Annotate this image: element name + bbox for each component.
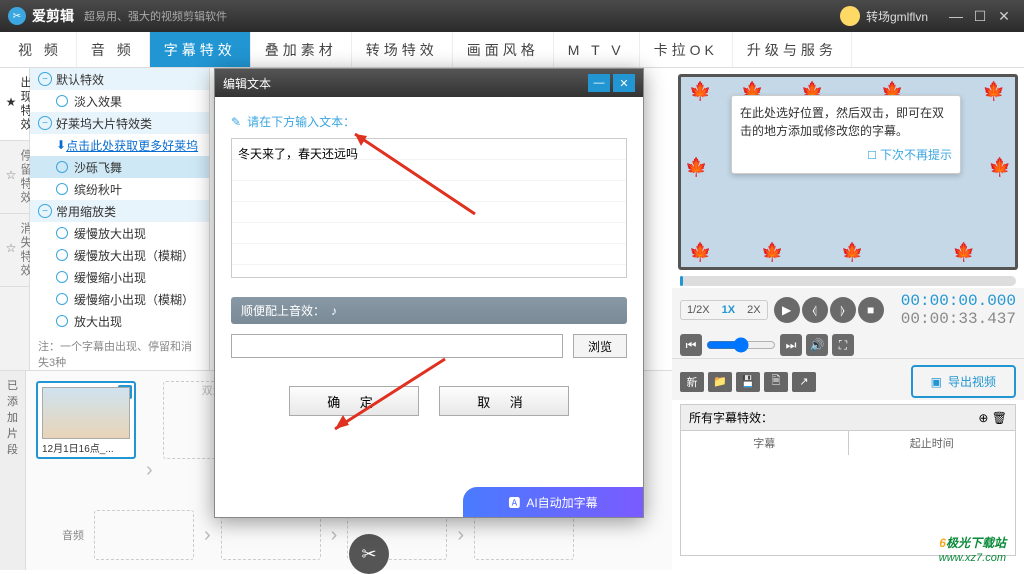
main-tabs: 视 频 音 频 字幕特效 叠加素材 转场特效 画面风格 M T V 卡拉OK 升… [0, 32, 1024, 68]
settings-button[interactable]: 🗎 [764, 372, 788, 392]
titlebar: ✂ 爱剪辑 超易用、强大的视频剪辑软件 转场gmlflvn — ☐ ✕ [0, 0, 1024, 32]
prev-frame-button[interactable]: ⦉ [802, 297, 828, 323]
app-logo-icon: ✂ [8, 7, 26, 25]
effect-autumn-leaves[interactable]: 缤纷秋叶 [30, 178, 209, 200]
tab-subtitle-fx[interactable]: 字幕特效 [150, 32, 251, 67]
stop-button[interactable]: ■ [858, 297, 884, 323]
export-icon: ▣ [931, 375, 942, 389]
dialog-close-button[interactable]: ✕ [613, 74, 635, 92]
sound-label: 顺便配上音效：♪ [231, 297, 627, 324]
effect-group-zoom[interactable]: −常用缩放类 [30, 200, 209, 222]
browse-button[interactable]: 浏览 [573, 334, 627, 358]
dialog-minimize-button[interactable]: — [588, 74, 610, 92]
cut-button[interactable]: ✂ [349, 534, 389, 574]
minimize-button[interactable]: — [944, 4, 968, 28]
sidetab-disappear[interactable]: ☆消失特效 [0, 214, 29, 287]
seek-start-button[interactable]: ⏮ [680, 334, 702, 356]
sidetab-stay[interactable]: ☆停留特效 [0, 141, 29, 214]
speed-selector[interactable]: 1/2X 1X 2X [680, 300, 768, 320]
col-subtitle: 字幕 [681, 431, 849, 455]
audio-slot[interactable] [94, 510, 194, 560]
current-time: 00:00:00.000 [901, 292, 1016, 310]
share-button[interactable]: ↗ [792, 372, 816, 392]
tab-upgrade[interactable]: 升级与服务 [733, 32, 852, 67]
open-button[interactable]: 📁 [708, 372, 732, 392]
volume-button[interactable]: 🔊 [806, 334, 828, 356]
fullscreen-button[interactable]: ⛶ [832, 334, 854, 356]
clip-1[interactable]: ✕ 12月1日16点_... [36, 381, 136, 459]
edit-icon: ✎ [231, 115, 241, 129]
effect-zoomout[interactable]: 缓慢缩小出现 [30, 266, 209, 288]
effect-zoomin[interactable]: 缓慢放大出现 [30, 222, 209, 244]
subtitle-table-title: 所有字幕特效： [689, 409, 773, 426]
effect-zoomin-blur[interactable]: 缓慢放大出现（模糊） [30, 244, 209, 266]
export-video-button[interactable]: ▣导出视频 [911, 365, 1016, 398]
music-icon: ♪ [331, 304, 337, 318]
seek-end-button[interactable]: ⏭ [780, 334, 802, 356]
new-button[interactable]: 新 [680, 372, 704, 392]
seek-bar[interactable] [680, 276, 1016, 286]
effect-note: 注：一个字幕由出现、停留和消失3种 [30, 332, 209, 370]
effect-sand-dance[interactable]: 沙砾飞舞 [30, 156, 209, 178]
ai-auto-subtitle-button[interactable]: 🅰AI自动加字幕 [463, 487, 643, 517]
preview-pane: 🍁🍁🍁🍁🍁 🍁🍁🍁🍁 🍁🍁 在此处选好位置，然后双击，即可在双击的地方添加或修改… [672, 68, 1024, 560]
effect-group-hollywood[interactable]: −好莱坞大片特效类 [30, 112, 209, 134]
tab-style[interactable]: 画面风格 [453, 32, 554, 67]
effect-fadein[interactable]: 淡入效果 [30, 90, 209, 112]
tab-video[interactable]: 视 频 [4, 32, 77, 67]
watermark: 6极光下载站 www.xz7.com [939, 534, 1006, 564]
seek-slider[interactable] [706, 337, 776, 353]
close-button[interactable]: ✕ [992, 4, 1016, 28]
dont-show-checkbox[interactable]: ☐ 下次不再提示 [740, 146, 952, 165]
arrow-icon: › [204, 524, 211, 547]
col-timerange: 起止时间 [849, 431, 1016, 455]
effect-enlarge[interactable]: 放大出现 [30, 310, 209, 332]
preview-tooltip: 在此处选好位置，然后双击，即可在双击的地方添加或修改您的字幕。 ☐ 下次不再提示 [731, 95, 961, 174]
audio-label: 音频 [62, 527, 84, 543]
tab-audio[interactable]: 音 频 [77, 32, 150, 67]
cancel-button[interactable]: 取 消 [439, 386, 569, 416]
effect-side-tabs: ★出现特效 ☆停留特效 ☆消失特效 [0, 68, 30, 370]
arrow-icon: › [331, 524, 338, 547]
dialog-titlebar[interactable]: 编辑文本 — ✕ [215, 69, 643, 97]
ai-icon: 🅰 [508, 494, 520, 511]
play-button[interactable]: ▶ [774, 297, 800, 323]
avatar-icon[interactable] [840, 6, 860, 26]
tab-mtv[interactable]: M T V [554, 32, 640, 67]
duration: 00:00:33.437 [901, 310, 1016, 328]
add-subtitle-button[interactable]: ⊕ [978, 411, 988, 425]
sidetab-appear[interactable]: ★出现特效 [0, 68, 29, 141]
maximize-button[interactable]: ☐ [968, 4, 992, 28]
tab-overlay[interactable]: 叠加素材 [251, 32, 352, 67]
save-button[interactable]: 💾 [736, 372, 760, 392]
tab-transition[interactable]: 转场特效 [352, 32, 453, 67]
username[interactable]: 转场gmlflvn [866, 8, 928, 25]
tab-karaoke[interactable]: 卡拉OK [640, 32, 733, 67]
effect-list: −默认特效 淡入效果 −好莱坞大片特效类 ⬇ 点击此处获取更多好莱坞 沙砾飞舞 … [30, 68, 210, 370]
delete-subtitle-button[interactable]: 🗑 [992, 411, 1007, 425]
speed-half[interactable]: 1/2X [681, 301, 716, 319]
arrow-icon: › [457, 524, 464, 547]
clip-label: 12月1日16点_... [42, 440, 130, 455]
clip-thumbnail [42, 387, 130, 439]
effect-group-default[interactable]: −默认特效 [30, 68, 209, 90]
edit-text-dialog: 编辑文本 — ✕ ✎请在下方输入文本： 顺便配上音效：♪ 浏览 确 定 取 消 … [214, 68, 644, 518]
playback-controls: 1/2X 1X 2X ▶ ⦉ ⦊ ■ 00:00:00.000 00:00:33… [672, 288, 1024, 332]
app-slogan: 超易用、强大的视频剪辑软件 [84, 8, 227, 24]
arrow-icon: › [146, 459, 153, 482]
speed-1x[interactable]: 1X [716, 301, 741, 319]
app-name: 爱剪辑 [32, 6, 74, 26]
effect-more-link[interactable]: ⬇ 点击此处获取更多好莱坞 [30, 134, 209, 156]
added-clips-tab[interactable]: 已添加片段 [0, 371, 26, 570]
effect-zoomout-blur[interactable]: 缓慢缩小出现（模糊） [30, 288, 209, 310]
dialog-title: 编辑文本 [223, 75, 271, 92]
next-frame-button[interactable]: ⦊ [830, 297, 856, 323]
speed-2x[interactable]: 2X [741, 301, 766, 319]
video-preview[interactable]: 🍁🍁🍁🍁🍁 🍁🍁🍁🍁 🍁🍁 在此处选好位置，然后双击，即可在双击的地方添加或修改… [678, 74, 1018, 270]
